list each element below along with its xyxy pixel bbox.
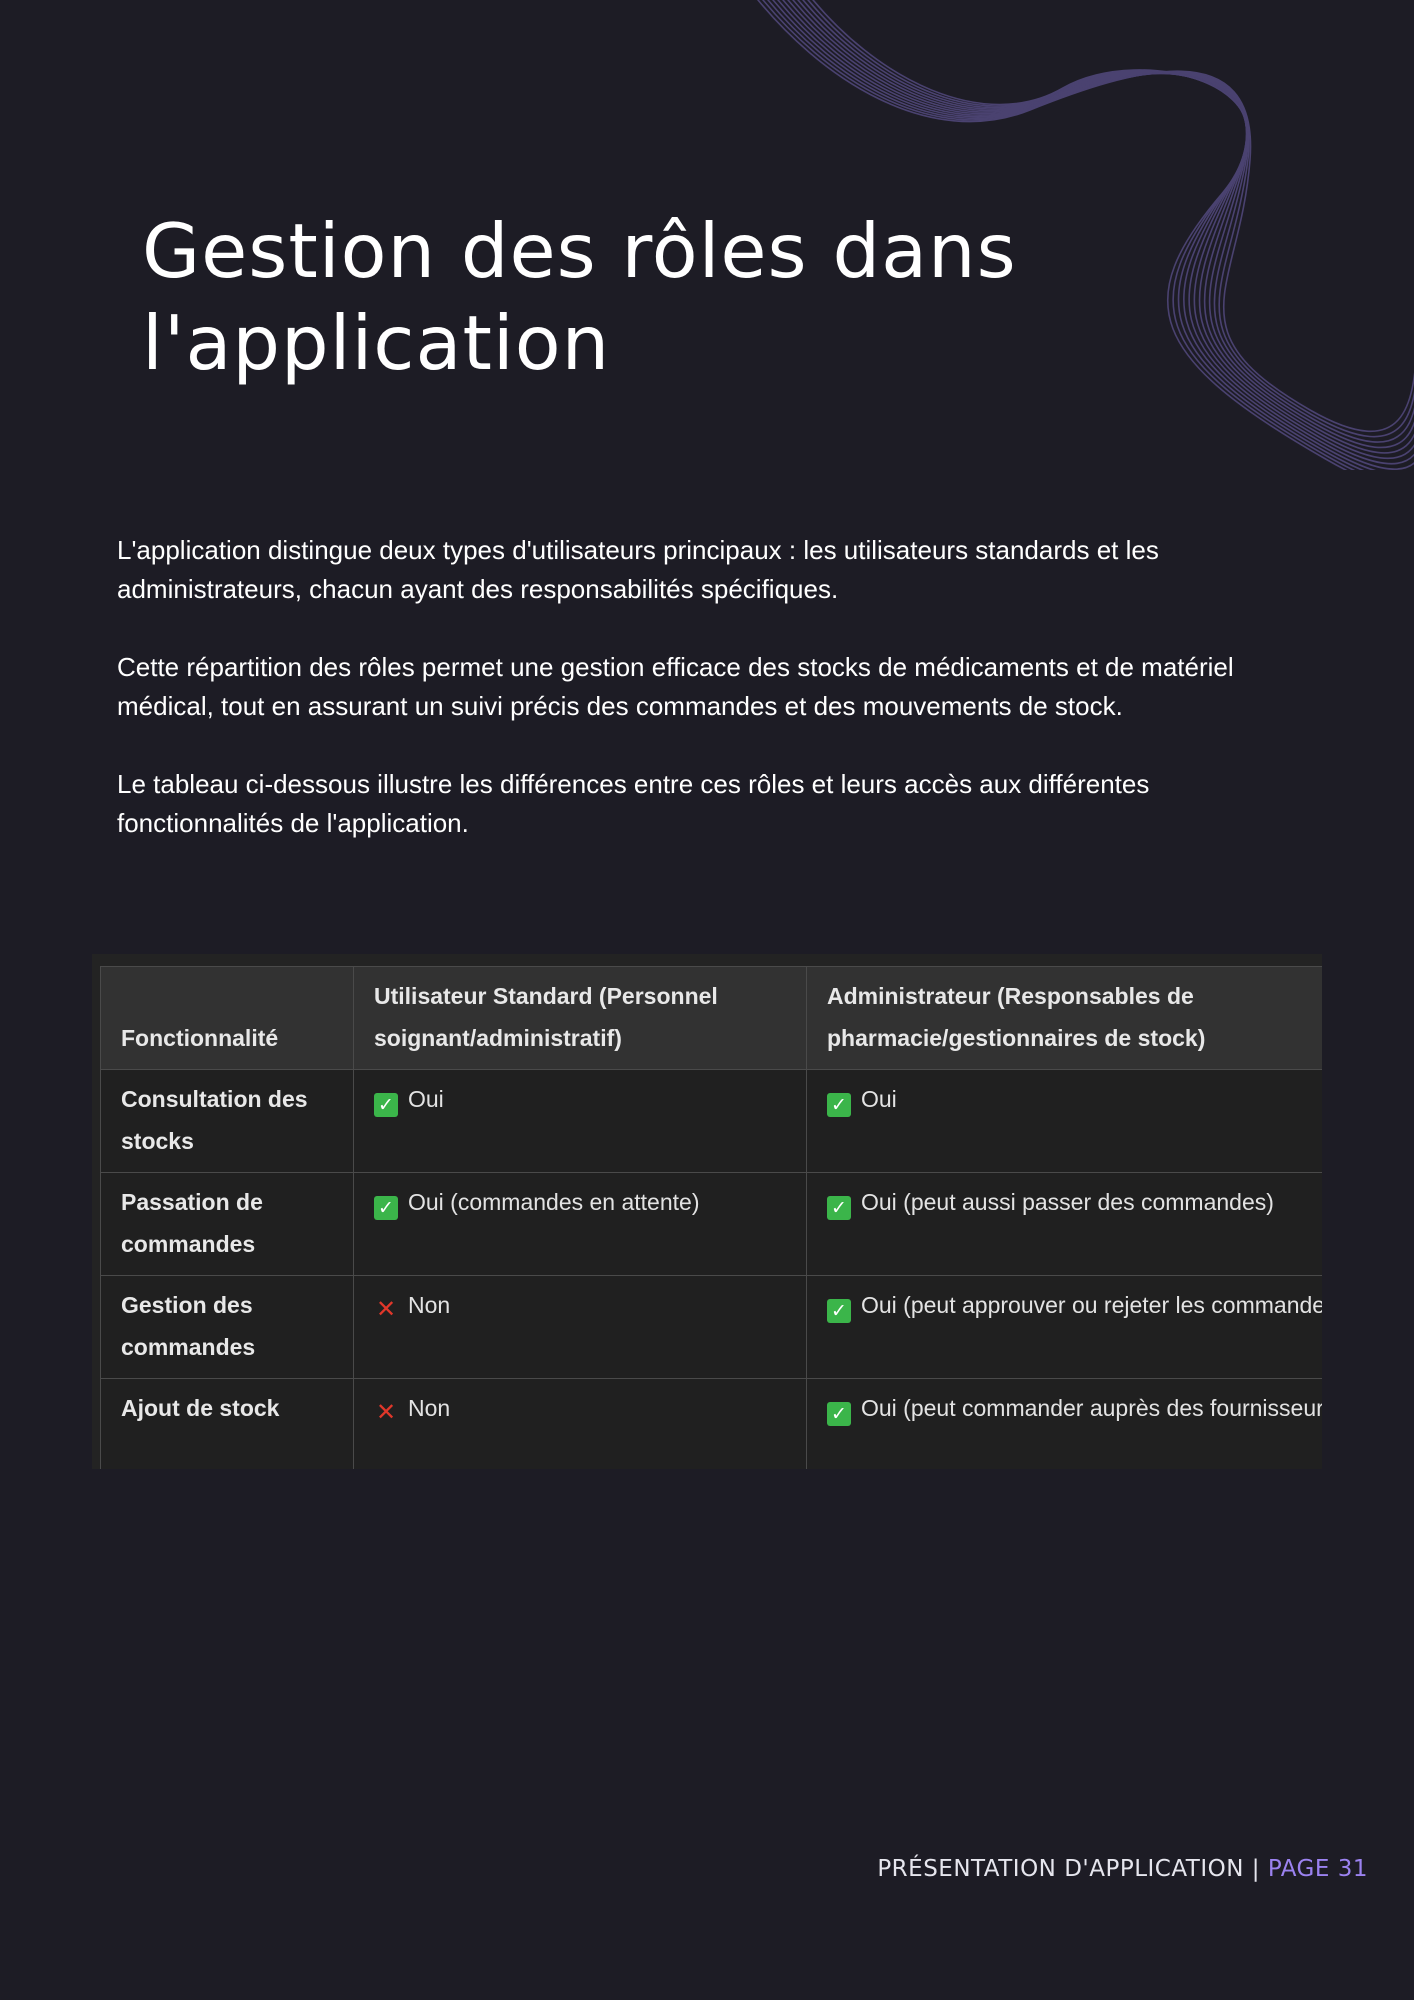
access-text: Oui (commandes en attente) — [408, 1189, 700, 1215]
admin-access-cell: ✓ Oui (peut aussi passer des commandes) — [806, 1172, 1322, 1276]
roles-table: Fonctionnalité Utilisateur Standard (Per… — [100, 966, 1322, 1469]
check-icon: ✓ — [374, 1093, 398, 1117]
page-number: PAGE 31 — [1267, 1856, 1368, 1882]
column-header-feature: Fonctionnalité — [100, 966, 354, 1070]
admin-access-cell: ✓ Oui (peut approuver ou rejeter les comm… — [806, 1275, 1322, 1379]
intro-paragraph: Cette répartition des rôles permet une g… — [117, 652, 1234, 721]
feature-cell: Gestion des commandes — [100, 1275, 354, 1379]
standard-access-cell: ✓ Oui — [353, 1069, 807, 1173]
column-header-standard-user: Utilisateur Standard (Personnel soignant… — [353, 966, 807, 1070]
feature-cell: Ajout de stock — [100, 1378, 354, 1469]
page-title: Gestion des rôles dans l'application — [142, 207, 1017, 387]
check-icon: ✓ — [827, 1093, 851, 1117]
table-header-row: Fonctionnalité Utilisateur Standard (Per… — [100, 966, 1322, 1070]
check-icon: ✓ — [374, 1196, 398, 1220]
table-row: Ajout de stock ✕ Non ✓ Oui (peut commander a… — [100, 1378, 1322, 1469]
access-text: Non — [408, 1292, 451, 1318]
feature-cell: Passation de commandes — [100, 1172, 354, 1276]
page-footer: PRÉSENTATION D'APPLICATION | PAGE 31 — [877, 1856, 1368, 1882]
admin-access-cell: ✓ Oui (peut commander auprès des fourniss… — [806, 1378, 1322, 1469]
table-row: Consultation des stocks ✓ Oui ✓ Oui — [100, 1069, 1322, 1173]
access-text: Non — [408, 1395, 451, 1421]
access-text: Oui (peut aussi passer des commandes) — [861, 1189, 1274, 1215]
table-row: Gestion des commandes ✕ Non ✓ Oui (peut appr… — [100, 1275, 1322, 1379]
column-header-admin: Administrateur (Responsables de pharmaci… — [806, 966, 1322, 1070]
access-text: Oui — [408, 1086, 444, 1112]
intro-text: L'application distingue deux types d'uti… — [117, 531, 1317, 882]
cross-icon: ✕ — [375, 1295, 397, 1323]
intro-paragraph: Le tableau ci-dessous illustre les diffé… — [117, 769, 1150, 838]
access-text: Oui — [861, 1086, 897, 1112]
standard-access-cell: ✓ Oui (commandes en attente) — [353, 1172, 807, 1276]
check-icon: ✓ — [827, 1196, 851, 1220]
admin-access-cell: ✓ Oui — [806, 1069, 1322, 1173]
standard-access-cell: ✕ Non — [353, 1378, 807, 1469]
cross-icon: ✕ — [375, 1398, 397, 1426]
access-text: Oui (peut commander auprès des fournisse… — [861, 1395, 1322, 1421]
access-text: Oui (peut approuver ou rejeter les comma… — [861, 1292, 1322, 1318]
table-row: Passation de commandes ✓ Oui (commandes en… — [100, 1172, 1322, 1276]
feature-cell: Consultation des stocks — [100, 1069, 354, 1173]
intro-paragraph: L'application distingue deux types d'uti… — [117, 535, 1159, 604]
roles-table-screenshot: Fonctionnalité Utilisateur Standard (Per… — [92, 954, 1322, 1469]
standard-access-cell: ✕ Non — [353, 1275, 807, 1379]
footer-label: PRÉSENTATION D'APPLICATION | — [877, 1856, 1268, 1882]
check-icon: ✓ — [827, 1299, 851, 1323]
check-icon: ✓ — [827, 1402, 851, 1426]
